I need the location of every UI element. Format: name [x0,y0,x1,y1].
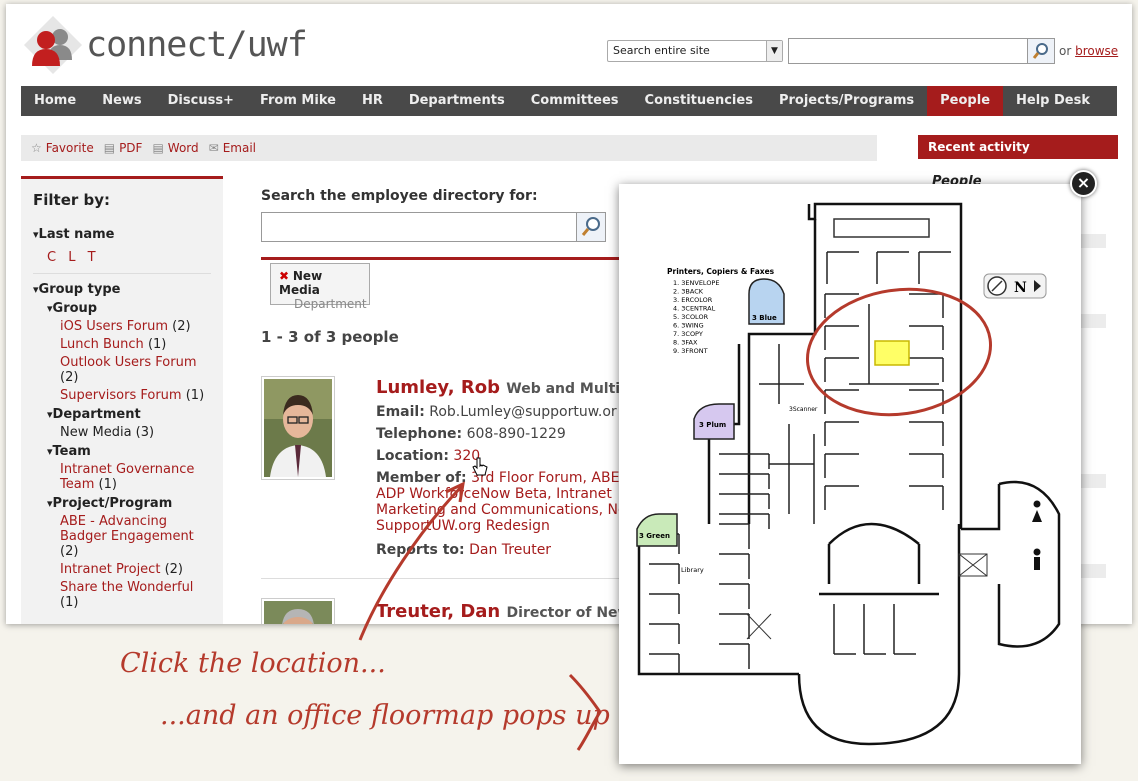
legend-item: 3. ERCOLOR [673,296,713,304]
legend-item: 9. 3FRONT [673,347,708,355]
legend-title: Printers, Copiers & Faxes [667,267,775,276]
legend-item: 6. 3WING [673,322,704,330]
legend-item: 1. 3ENVELOPE [673,279,719,287]
compass-label: N [1014,280,1027,296]
annotation-click-location: Click the location... [120,648,386,679]
close-modal-button[interactable]: × [1070,170,1097,197]
legend-item: 5. 3COLOR [673,313,709,321]
hand-cursor-icon [472,457,488,476]
compass-icon: N [983,273,1047,299]
room-plum: 3 Plum [699,421,726,429]
annotation-floormap-popup: ...and an office floormap pops up [160,700,610,731]
room-blue: 3 Blue [752,314,777,322]
highlighted-office [874,340,910,366]
room-library: Library [681,566,704,574]
floormap-modal: Printers, Copiers & Faxes 1. 3ENVELOPE 2.… [619,184,1081,764]
legend-item: 4. 3CENTRAL [673,305,716,313]
floormap: Printers, Copiers & Faxes 1. 3ENVELOPE2.… [633,200,1066,750]
room-scanner: 3Scanner [789,406,818,413]
legend-item: 8. 3FAX [673,339,698,347]
legend-item: 2. 3BACK [673,288,704,296]
close-icon: × [1076,173,1091,192]
legend-item: 7. 3COPY [673,330,703,338]
room-green: 3 Green [639,532,670,540]
